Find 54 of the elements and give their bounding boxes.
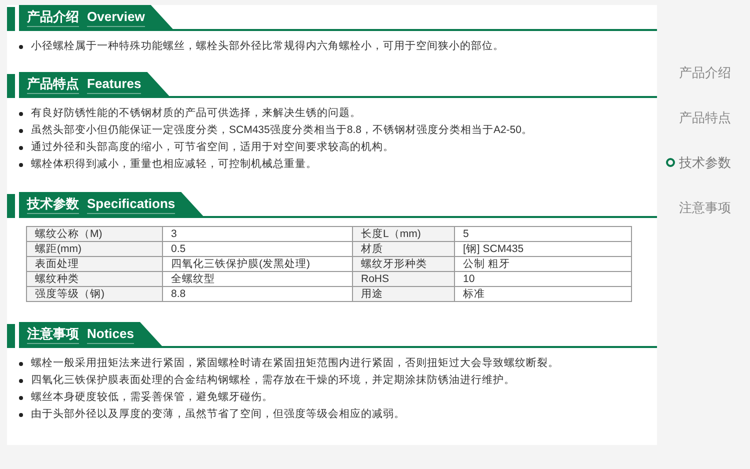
nav-item[interactable]: 技术参数 (666, 153, 731, 172)
tab-subtitle: Notices (87, 324, 134, 344)
table-cell: 表面处理 (26, 256, 162, 272)
header-bar (7, 74, 15, 98)
table-cell: 3 (162, 226, 352, 242)
list-text: 小径螺栓属于一种特殊功能螺丝，螺栓头部外径比常规得内六角螺栓小，可用于空间狭小的部位。 (31, 38, 504, 54)
table-cell: 8.8 (162, 286, 352, 302)
tab-subtitle: Features (87, 74, 142, 94)
nav-item[interactable]: 产品特点 (666, 108, 731, 127)
bullet-icon (19, 396, 23, 400)
bullet-icon (19, 128, 23, 132)
tab-title: 产品介绍 (27, 8, 79, 26)
table-cell: 螺纹公称（M) (26, 226, 162, 242)
list-text: 四氧化三铁保护膜表面处理的合金结构钢螺栓，需存放在干燥的环境，并定期涂抹防锈油进行维护。 (31, 372, 515, 388)
table-cell: 标准 (454, 286, 632, 302)
bullet-icon (19, 362, 23, 366)
tab-subtitle: Overview (87, 8, 145, 26)
table-cell: 0.5 (162, 242, 352, 256)
list-text: 由于头部外径以及厚度的变薄，虽然节省了空间，但强度等级会相应的减弱。 (31, 406, 405, 422)
bullet-icon (19, 162, 23, 166)
table-cell: 强度等级（钢) (26, 286, 162, 302)
tab-title: 产品特点 (27, 74, 79, 94)
bullet-icon (19, 412, 23, 416)
table-cell: 螺纹种类 (26, 272, 162, 286)
list-text: 有良好防锈性能的不锈钢材质的产品可供选择，来解决生锈的问题。 (31, 106, 361, 121)
list-text: 通过外径和头部高度的缩小，可节省空间，适用于对空间要求较高的机构。 (31, 140, 394, 155)
table-cell: 10 (454, 272, 632, 286)
table-cell: 5 (454, 226, 632, 242)
list-text: 螺丝本身硬度较低，需妥善保管，避免螺牙碰伤。 (31, 390, 273, 405)
bullet-icon (19, 112, 23, 116)
header-bar (7, 324, 15, 348)
table-cell: 四氧化三铁保护膜(发黑处理) (162, 256, 352, 272)
table-cell: 公制 粗牙 (454, 256, 632, 272)
header-bar (7, 7, 15, 31)
table-cell: RoHS (352, 272, 454, 286)
tab-title: 技术参数 (27, 194, 79, 214)
nav-item[interactable]: 注意事项 (666, 198, 731, 217)
table-cell: [钢] SCM435 (454, 242, 632, 256)
nav-item[interactable]: 产品介绍 (666, 63, 731, 82)
bullet-icon (19, 44, 23, 48)
tab-title: 注意事项 (27, 324, 79, 344)
list-text: 虽然头部变小但仍能保证一定强度分类，SCM435强度分类相当于8.8，不锈钢材强度分类相当于A2-50。 (31, 122, 532, 138)
bullet-icon (19, 378, 23, 382)
table-cell: 全螺纹型 (162, 272, 352, 286)
header-bar (7, 194, 15, 218)
table-cell: 材质 (352, 242, 454, 256)
tab-subtitle: Specifications (87, 194, 176, 214)
bullet-icon (19, 146, 23, 150)
table-cell: 用途 (352, 286, 454, 302)
table-cell: 螺距(mm) (26, 242, 162, 256)
list-text: 螺栓体积得到减小，重量也相应减轻，可控制机械总重量。 (31, 156, 317, 172)
table-cell: 螺纹牙形种类 (352, 256, 454, 272)
table-cell: 长度L（mm) (352, 226, 454, 242)
list-text: 螺栓一般采用扭矩法来进行紧固，紧固螺栓时请在紧固扭矩范围内进行紧固，否则扭矩过大会导致螺纹断裂。 (31, 356, 559, 371)
